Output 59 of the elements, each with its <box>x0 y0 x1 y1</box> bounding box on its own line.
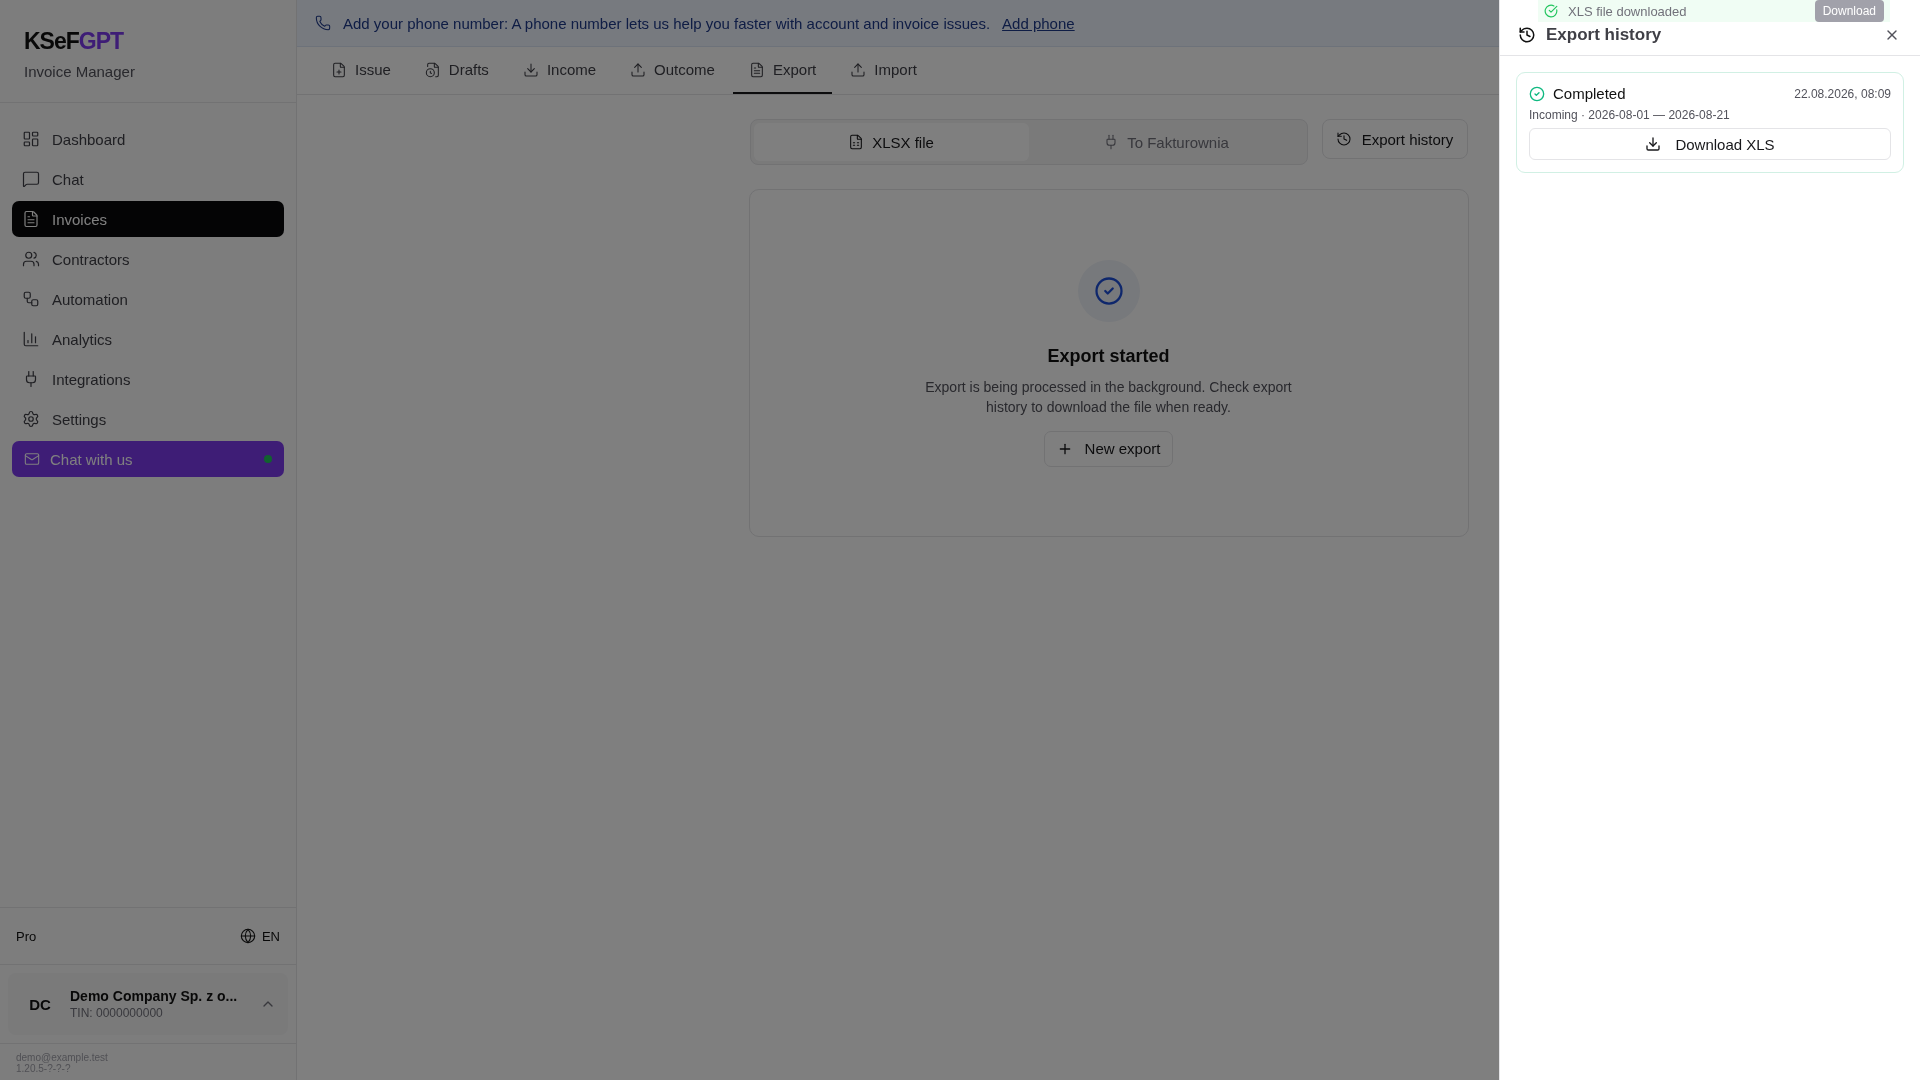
mail-icon <box>24 451 40 467</box>
phone-icon <box>315 15 331 31</box>
document-icon <box>22 210 40 228</box>
tab[interactable]: Issue <box>315 47 407 94</box>
check-icon <box>1544 4 1558 18</box>
tab[interactable]: Income <box>506 47 613 94</box>
sidebar-item[interactable]: Analytics <box>12 321 284 357</box>
sidebar-item[interactable]: Invoices <box>12 201 284 237</box>
company-tin: TIN: 0000000000 <box>70 1006 164 1020</box>
tab[interactable]: Outcome <box>614 47 731 94</box>
tab[interactable]: Export <box>732 47 833 94</box>
download-xls-button[interactable]: Download XLS <box>1529 128 1891 160</box>
file-clock-icon <box>424 61 441 78</box>
entry-timestamp: 22.08.2026, 08:09 <box>1794 86 1891 101</box>
export-mode-option[interactable]: To Fakturownia <box>1028 123 1304 161</box>
brand-logo: KSeFGPT <box>24 28 125 55</box>
banner-text: Add your phone number: A phone number lets us help you faster with account and invoice issues. <box>343 14 991 32</box>
export-history-button[interactable]: Export history <box>1321 119 1468 159</box>
app-subtitle: Invoice Manager <box>24 63 136 80</box>
company-name: Demo Company Sp. z o... <box>70 988 239 1004</box>
upload-icon <box>850 61 867 78</box>
company-avatar: DC <box>28 994 52 1015</box>
entry-details: Incoming · 2026-08-01 — 2026-08-21 <box>1529 108 1731 122</box>
dashboard-icon <box>22 130 40 148</box>
export-mode-option[interactable]: XLSX file <box>753 123 1029 161</box>
chat-bubble-icon <box>22 170 40 188</box>
toast-message: XLS file downloaded <box>1568 3 1687 19</box>
plan-label: Pro <box>16 928 37 944</box>
people-icon <box>22 250 40 268</box>
gear-icon <box>22 410 40 428</box>
toast-download-button[interactable]: Download <box>1814 0 1884 22</box>
history-icon <box>1335 131 1352 147</box>
workflow-icon <box>22 290 40 308</box>
sidebar-item[interactable]: Contractors <box>12 241 284 277</box>
upload-icon <box>630 61 647 78</box>
sidebar-item[interactable]: Chat <box>12 161 284 197</box>
download-icon <box>1645 136 1662 152</box>
check-circle-icon <box>1529 85 1545 102</box>
sidebar-item[interactable]: Automation <box>12 281 284 317</box>
export-status-message: Export is being processed in the background. Check export history to download the file when ready. <box>924 377 1293 417</box>
language-switcher[interactable]: EN <box>239 928 280 944</box>
spreadsheet-icon <box>848 134 865 150</box>
sidebar-item[interactable]: Settings <box>12 401 284 437</box>
sheet-title: Export history <box>1546 24 1662 45</box>
bar-chart-icon <box>22 330 40 348</box>
tab[interactable]: Import <box>834 47 933 94</box>
sidebar-item[interactable]: Integrations <box>12 361 284 397</box>
tab[interactable]: Drafts <box>408 47 505 94</box>
add-phone-link[interactable]: Add phone <box>1002 14 1075 32</box>
download-icon <box>522 61 539 78</box>
sidebar-item[interactable]: Dashboard <box>12 121 284 157</box>
document-icon <box>748 61 765 78</box>
file-plus-icon <box>331 61 347 78</box>
history-icon <box>1518 25 1536 44</box>
new-export-button[interactable]: New export <box>1043 430 1174 467</box>
globe-icon <box>239 928 256 944</box>
entry-status: Completed <box>1553 85 1626 102</box>
export-status-title: Export started <box>1047 345 1170 367</box>
chat-with-us-button[interactable]: Chat with us <box>12 441 284 477</box>
